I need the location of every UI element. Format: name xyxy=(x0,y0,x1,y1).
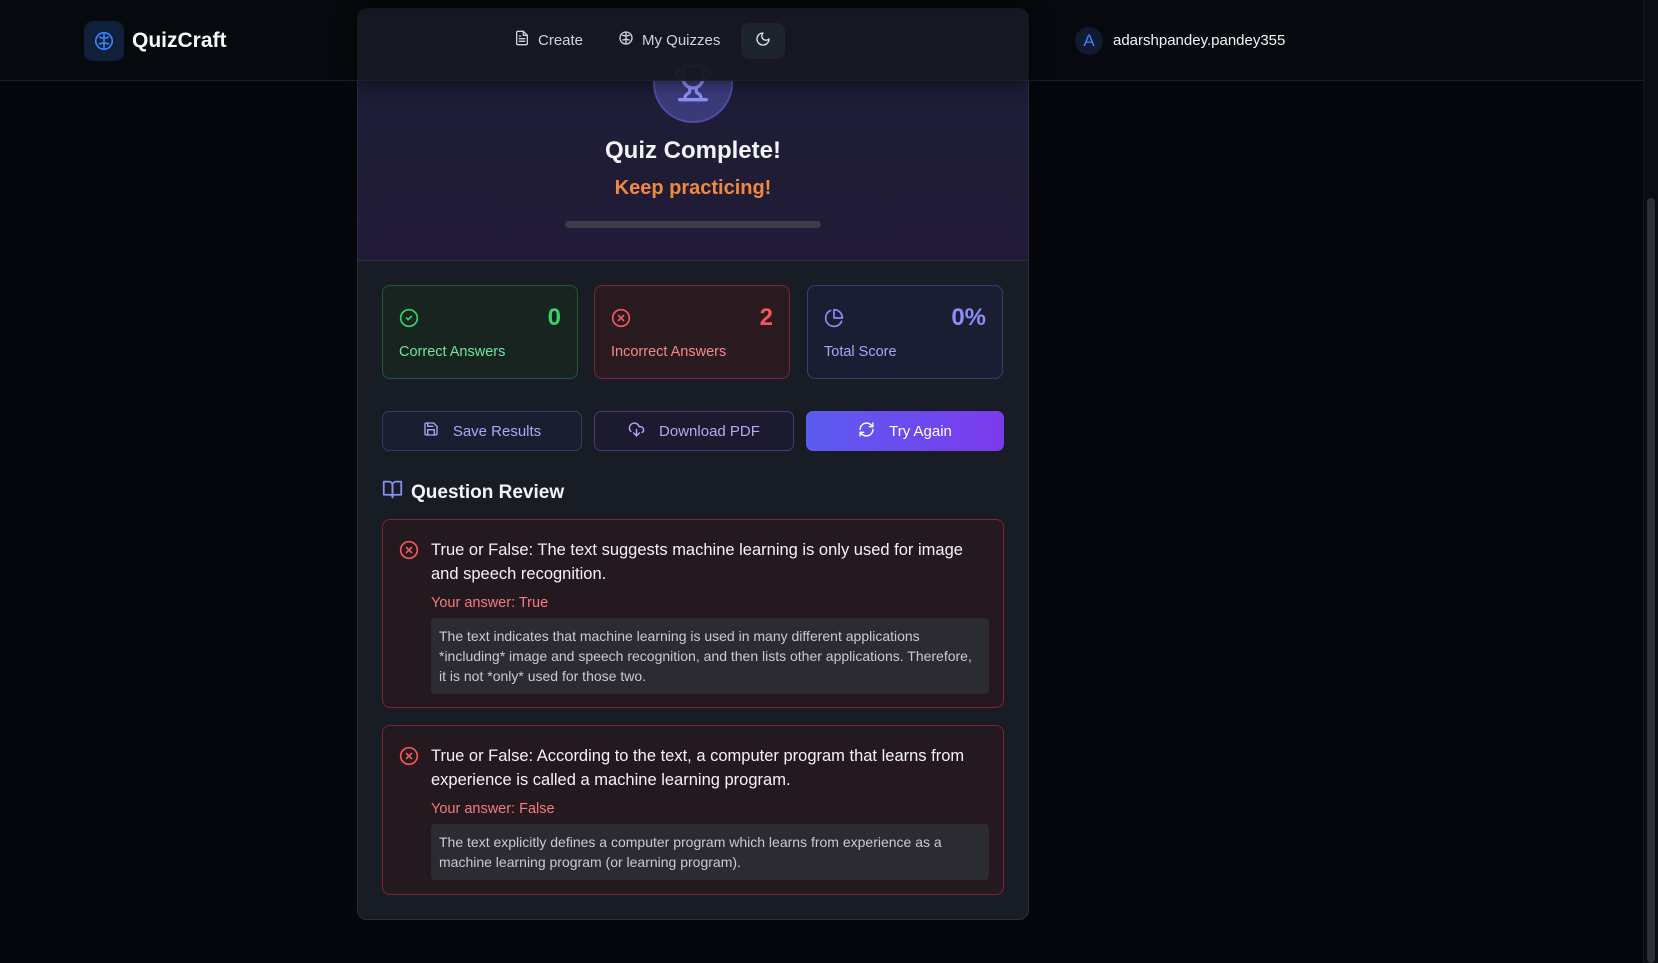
try-again-label: Try Again xyxy=(889,422,952,440)
save-icon xyxy=(423,421,439,441)
avatar[interactable]: A xyxy=(1075,27,1103,55)
correct-label: Correct Answers xyxy=(399,344,506,360)
correct-count: 0 xyxy=(547,304,561,331)
pie-chart-icon xyxy=(824,308,844,333)
brain-icon[interactable] xyxy=(84,21,124,61)
result-subtitle: Keep practicing! xyxy=(614,177,772,199)
page-scrollbar[interactable] xyxy=(1643,0,1658,963)
stat-incorrect-answers: 2 Incorrect Answers xyxy=(594,285,790,379)
nav-create-label: Create xyxy=(538,31,584,49)
cloud-download-icon xyxy=(628,421,645,442)
question-review-item: True or False: According to the text, a … xyxy=(382,725,1004,895)
x-circle-icon xyxy=(399,540,419,565)
answer-explanation: The text indicates that machine learning… xyxy=(431,618,989,694)
try-again-button[interactable]: Try Again xyxy=(806,411,1004,451)
theme-toggle-button[interactable] xyxy=(741,23,785,59)
nav-my-quizzes[interactable]: My Quizzes xyxy=(618,30,720,50)
file-text-icon xyxy=(514,30,530,50)
scrollbar-thumb[interactable] xyxy=(1647,198,1655,963)
question-text: True or False: The text suggests machine… xyxy=(431,541,963,583)
your-answer: Your answer: False xyxy=(431,801,555,817)
save-results-label: Save Results xyxy=(452,422,542,440)
score-percent: 0% xyxy=(951,304,986,331)
your-answer: Your answer: True xyxy=(431,595,549,611)
nav-create[interactable]: Create xyxy=(514,30,583,50)
check-circle-icon xyxy=(399,308,419,333)
incorrect-label: Incorrect Answers xyxy=(611,344,727,360)
app-logo-text[interactable]: QuizCraft xyxy=(132,29,227,53)
x-circle-icon xyxy=(399,746,419,771)
question-text: True or False: According to the text, a … xyxy=(431,747,965,789)
question-review-title: Question Review xyxy=(411,481,565,503)
moon-icon xyxy=(755,31,771,52)
book-open-icon xyxy=(382,479,403,506)
username[interactable]: adarshpandey.pandey355 xyxy=(1113,32,1285,49)
download-pdf-button[interactable]: Download PDF xyxy=(594,411,794,451)
refresh-icon xyxy=(858,421,875,442)
question-review-heading: Question Review xyxy=(382,479,564,506)
brain-icon xyxy=(618,30,634,50)
stat-correct-answers: 0 Correct Answers xyxy=(382,285,578,379)
score-progress-bar xyxy=(565,221,821,228)
results-card: Quiz Complete! Keep practicing! 0 Correc… xyxy=(357,10,1029,920)
score-label: Total Score xyxy=(824,344,897,360)
nav-my-quizzes-label: My Quizzes xyxy=(642,31,721,49)
save-results-button[interactable]: Save Results xyxy=(382,411,582,451)
result-title: Quiz Complete! xyxy=(604,137,781,164)
stat-total-score: 0% Total Score xyxy=(807,285,1003,379)
answer-explanation: The text explicitly defines a computer p… xyxy=(431,824,989,880)
question-review-item: True or False: The text suggests machine… xyxy=(382,519,1004,708)
incorrect-count: 2 xyxy=(759,304,773,331)
x-circle-icon xyxy=(611,308,631,333)
download-pdf-label: Download PDF xyxy=(659,422,760,440)
top-navbar: QuizCraft Create My Quizzes A adarshpand… xyxy=(0,0,1643,81)
